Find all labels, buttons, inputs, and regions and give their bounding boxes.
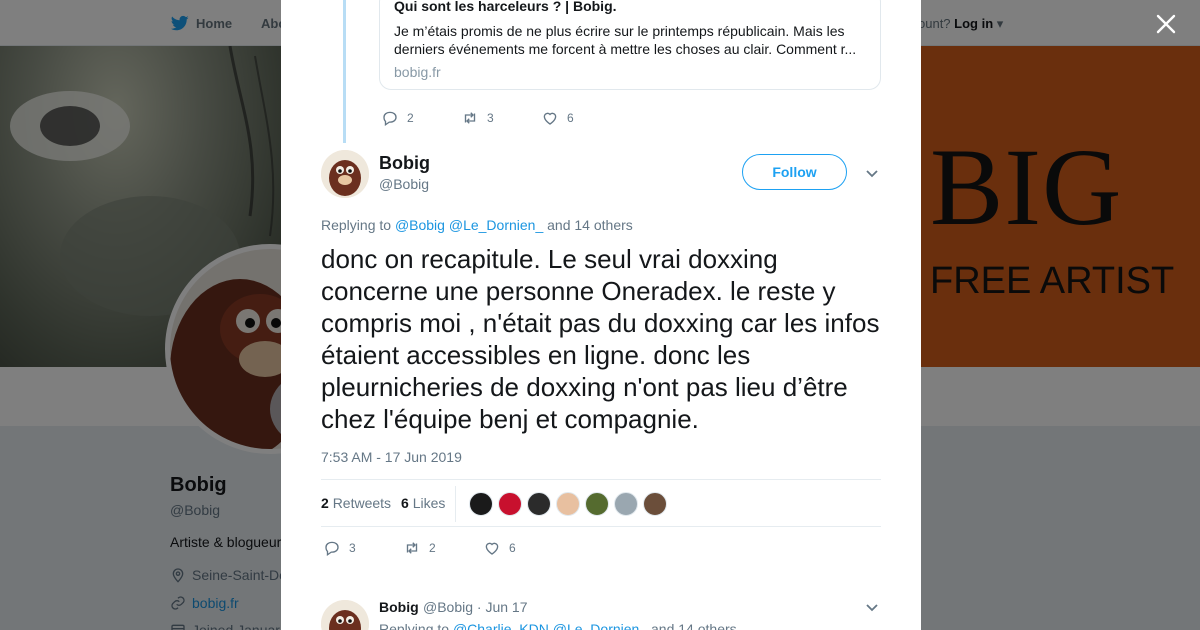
link-preview-card[interactable]: Qui sont les harceleurs ? | Bobig. Je m’… (379, 0, 881, 90)
replying-others[interactable]: and 14 others (547, 217, 633, 233)
mention-link[interactable]: @Bobig (395, 217, 445, 233)
conversation-thread-line (343, 0, 346, 143)
heart-icon (543, 112, 557, 125)
retweet-action[interactable]: 3 (461, 109, 541, 127)
tweet-timestamp[interactable]: 7:53 AM - 17 Jun 2019 (321, 449, 462, 465)
follow-button[interactable]: Follow (742, 154, 847, 190)
tweet-text: donc on recapitule. Le seul vrai doxxing… (321, 244, 880, 434)
retweet-icon (464, 112, 476, 124)
like-count: 6 (567, 111, 574, 125)
retweet-count: 3 (487, 111, 494, 125)
card-title: Qui sont les harceleurs ? | Bobig. (394, 0, 617, 14)
monkey-avatar-image (321, 150, 369, 198)
chevron-down-icon[interactable] (865, 600, 879, 614)
card-domain: bobig.fr (394, 64, 441, 80)
reply-author-name[interactable]: Bobig (379, 599, 419, 615)
reply-replying-to: Replying to @Charlie_KDN @Le_Dornien_ an… (379, 621, 737, 630)
liker-avatar[interactable] (498, 492, 522, 516)
reply-count: 3 (349, 541, 356, 555)
reply-count: 2 (407, 111, 414, 125)
like-action[interactable]: 6 (541, 109, 574, 127)
chevron-down-icon[interactable] (865, 166, 879, 180)
retweet-icon (406, 542, 418, 554)
retweet-action[interactable]: 2 (403, 539, 483, 557)
replying-to: Replying to @Bobig @Le_Dornien_ and 14 o… (321, 217, 633, 233)
liker-avatar[interactable] (643, 492, 667, 516)
likes-stat[interactable]: 6 Likes (401, 495, 445, 511)
liker-avatars (469, 492, 667, 516)
mention-link[interactable]: @Charlie_KDN @Le_Dornien_ (453, 621, 647, 630)
close-icon[interactable] (1154, 12, 1178, 36)
card-description: Je m’étais promis de ne plus écrire sur … (394, 23, 857, 57)
liker-avatar[interactable] (469, 492, 493, 516)
likes-stat-count: 6 (401, 495, 409, 511)
liker-avatar[interactable] (527, 492, 551, 516)
replying-prefix: Replying to (321, 217, 392, 233)
previous-tweet-actions: 2 3 6 (381, 109, 574, 127)
replying-others[interactable]: and 14 others (651, 621, 737, 630)
reply-action[interactable]: 2 (381, 109, 461, 127)
reply-author-avatar[interactable] (321, 600, 369, 630)
replying-prefix: Replying to (379, 621, 450, 630)
liker-avatar[interactable] (556, 492, 580, 516)
tweet-stats: 2 Retweets 6 Likes (321, 479, 881, 527)
reply-icon (383, 111, 397, 127)
retweets-stat[interactable]: 2 Retweets (321, 495, 391, 511)
retweets-stat-label: Retweets (332, 495, 392, 511)
heart-icon (485, 542, 499, 555)
author-name[interactable]: Bobig (379, 153, 430, 174)
author-handle[interactable]: @Bobig (379, 176, 429, 192)
like-count: 6 (509, 541, 516, 555)
reply-icon (325, 541, 339, 557)
mention-link[interactable]: @Le_Dornien_ (449, 217, 543, 233)
reply-meta[interactable]: @Bobig · Jun 17 (423, 599, 528, 615)
stats-divider (455, 486, 456, 522)
liker-avatar[interactable] (585, 492, 609, 516)
like-action[interactable]: 6 (483, 539, 516, 557)
author-avatar[interactable] (321, 150, 369, 198)
tweet-permalink-modal: Qui sont les harceleurs ? | Bobig. Je m’… (281, 0, 921, 630)
monkey-avatar-image (321, 600, 369, 630)
reply-action[interactable]: 3 (323, 539, 403, 557)
retweet-count: 2 (429, 541, 436, 555)
tweet-actions: 3 2 6 (323, 539, 516, 557)
retweets-stat-count: 2 (321, 495, 329, 511)
liker-avatar[interactable] (614, 492, 638, 516)
likes-stat-label: Likes (412, 495, 446, 511)
